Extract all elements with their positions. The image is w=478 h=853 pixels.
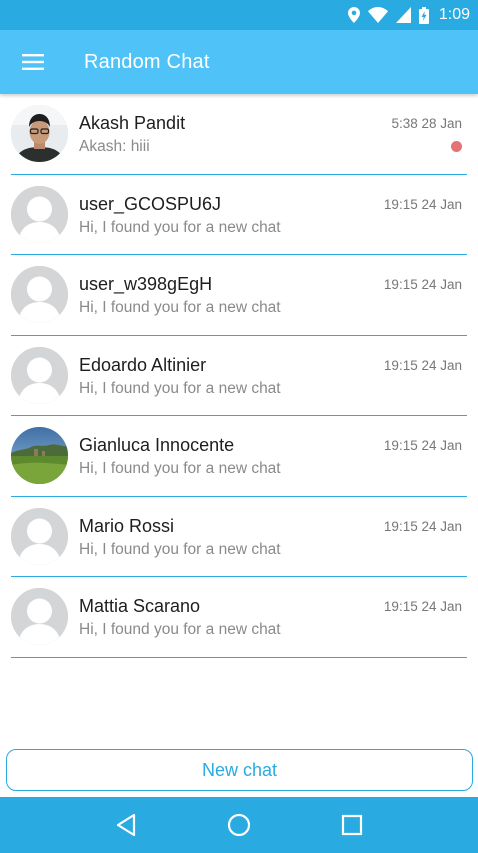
- app-title: Random Chat: [84, 50, 210, 73]
- chat-timestamp: 19:15 24 Jan: [383, 518, 462, 534]
- chat-list: Akash Pandit Akash: hiii 5:38 28 Jan use…: [0, 94, 478, 658]
- chat-name: Akash Pandit: [79, 113, 186, 133]
- chat-timestamp: 19:15 24 Jan: [383, 438, 462, 453]
- battery-charging-icon: [418, 6, 429, 24]
- chat-name: user_w398gEgH: [79, 274, 213, 294]
- chat-name: Mario Rossi: [79, 515, 175, 536]
- avatar: [11, 105, 68, 162]
- chat-preview: Hi, I found you for a new chat: [79, 540, 281, 558]
- chat-list-item[interactable]: Akash Pandit Akash: hiii 5:38 28 Jan: [11, 94, 467, 175]
- signal-icon: [395, 7, 411, 23]
- chat-name: Edoardo Altinier: [79, 354, 207, 375]
- back-icon[interactable]: [102, 801, 150, 849]
- chat-list-item[interactable]: user_GCOSPU6J Hi, I found you for a new …: [11, 175, 467, 255]
- recents-icon[interactable]: [328, 801, 376, 849]
- chat-list-item[interactable]: Mario Rossi Hi, I found you for a new ch…: [11, 497, 467, 577]
- status-time: 1:09: [438, 6, 470, 23]
- hamburger-menu-icon[interactable]: [0, 30, 66, 94]
- chat-name: Mattia Scarano: [79, 596, 201, 616]
- chat-timestamp: 19:15 24 Jan: [383, 599, 462, 614]
- chat-timestamp: 19:15 24 Jan: [383, 357, 462, 373]
- chat-list-item[interactable]: Mattia Scarano Hi, I found you for a new…: [11, 577, 467, 658]
- chat-timestamp: 19:15 24 Jan: [383, 196, 462, 212]
- location-icon: [347, 7, 360, 23]
- avatar: [11, 507, 68, 565]
- unread-indicator: [451, 141, 462, 152]
- chat-preview: Hi, I found you for a new chat: [79, 460, 281, 477]
- navigation-bar: [0, 797, 478, 853]
- home-icon[interactable]: [215, 801, 263, 849]
- chat-preview: Hi, I found you for a new chat: [79, 621, 281, 638]
- chat-list-item[interactable]: user_w398gEgH Hi, I found you for a new …: [11, 255, 467, 336]
- wifi-icon: [367, 7, 388, 23]
- avatar: [11, 346, 68, 404]
- avatar: [11, 266, 68, 323]
- avatar: [11, 185, 68, 243]
- chat-preview: Akash: hiii: [79, 138, 150, 155]
- chat-preview: Hi, I found you for a new chat: [79, 379, 281, 397]
- chat-list-item[interactable]: Gianluca Innocente Hi, I found you for a…: [11, 416, 467, 497]
- avatar: [11, 427, 68, 484]
- chat-preview: Hi, I found you for a new chat: [79, 218, 281, 236]
- chat-list-item[interactable]: Edoardo Altinier Hi, I found you for a n…: [11, 336, 467, 416]
- status-bar: 1:09: [0, 0, 478, 30]
- chat-timestamp: 5:38 28 Jan: [391, 116, 462, 131]
- chat-timestamp: 19:15 24 Jan: [383, 277, 462, 292]
- chat-name: Gianluca Innocente: [79, 435, 235, 455]
- chat-preview: Hi, I found you for a new chat: [79, 299, 281, 316]
- avatar: [11, 588, 68, 645]
- app-bar: Random Chat: [0, 30, 478, 94]
- new-chat-button[interactable]: New chat: [6, 749, 473, 791]
- chat-name: user_GCOSPU6J: [79, 193, 222, 214]
